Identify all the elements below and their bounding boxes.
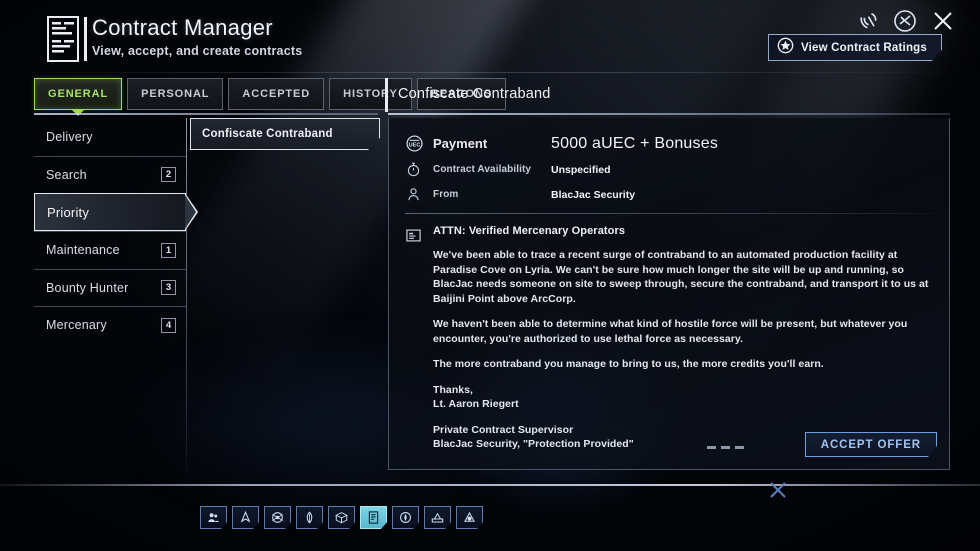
summary-row-contract-availability: Contract Availability Unspecified bbox=[405, 161, 931, 178]
contract-paragraph: We haven't been able to determine what k… bbox=[433, 318, 908, 345]
tab-accepted[interactable]: ACCEPTED bbox=[228, 78, 325, 110]
vitals-icon[interactable] bbox=[392, 506, 419, 529]
summary-label: Contract Availability bbox=[433, 164, 532, 175]
summary-label: Payment bbox=[433, 136, 488, 151]
category-item-priority[interactable]: Priority bbox=[34, 193, 198, 231]
ship-icon[interactable] bbox=[232, 506, 259, 529]
contract-body: ATTN: Verified Mercenary Operators We've… bbox=[433, 225, 931, 452]
signature-line-2: BlacJac Security, "Protection Provided" bbox=[433, 438, 634, 450]
page-title: Contract Manager bbox=[92, 15, 273, 40]
close-icon[interactable] bbox=[930, 8, 956, 34]
contract-document-icon bbox=[40, 12, 94, 66]
lower-divider bbox=[0, 484, 980, 486]
ratings-button-label: View Contract Ratings bbox=[800, 41, 927, 54]
window-header: Contract Manager View, accept, and creat… bbox=[0, 0, 980, 78]
contract-attn-line: ATTN: Verified Mercenary Operators bbox=[433, 225, 626, 237]
inventory-icon[interactable] bbox=[424, 506, 451, 529]
message-document-icon bbox=[405, 225, 433, 452]
summary-value: Unspecified bbox=[551, 163, 611, 176]
category-count-badge: 4 bbox=[161, 317, 176, 333]
category-item-maintenance[interactable]: Maintenance 1 bbox=[34, 231, 186, 269]
category-item-mercenary[interactable]: Mercenary 4 bbox=[34, 306, 186, 344]
contract-detail-panel: UEC Payment 5000 aUEC + Bonuses Contract Av… bbox=[388, 118, 950, 470]
category-item-delivery[interactable]: Delivery bbox=[34, 118, 186, 156]
starmap-icon[interactable] bbox=[264, 506, 291, 529]
tab-general[interactable]: GENERAL bbox=[34, 78, 123, 110]
category-label: Bounty Hunter bbox=[46, 280, 129, 295]
summary-value: 5000 aUEC + Bonuses bbox=[551, 134, 719, 152]
tab-personal[interactable]: PERSONAL bbox=[127, 78, 224, 110]
refinery-drop-icon[interactable] bbox=[456, 506, 483, 529]
signoff-line-2: Lt. Aaron Riegert bbox=[433, 398, 519, 410]
sidebar-divider bbox=[186, 118, 187, 470]
cargo-box-icon[interactable] bbox=[328, 506, 355, 529]
contract-manager-icon[interactable] bbox=[360, 506, 387, 529]
svg-text:UEC: UEC bbox=[409, 142, 421, 148]
commlink-contacts-icon[interactable] bbox=[200, 506, 227, 529]
star-badge-icon bbox=[777, 37, 794, 59]
category-count-badge: 3 bbox=[161, 280, 176, 296]
mobiglas-leaf-icon[interactable] bbox=[296, 506, 323, 529]
contract-signoff: Thanks, Lt. Aaron Riegert bbox=[433, 383, 931, 412]
summary-row-payment: UEC Payment 5000 aUEC + Bonuses bbox=[405, 134, 931, 153]
summary-value: BlacJac Security bbox=[551, 188, 636, 201]
contract-list: Confiscate Contraband bbox=[190, 118, 380, 150]
taskbar: COMMLINK SUIT O2100TANK O2100EVA FUEL100… bbox=[0, 496, 980, 551]
category-label: Search bbox=[46, 167, 87, 182]
contract-list-item[interactable]: Confiscate Contraband bbox=[190, 118, 380, 150]
signoff-line-1: Thanks, bbox=[433, 383, 474, 396]
contract-paragraph: We've been able to trace a recent surge … bbox=[433, 249, 929, 305]
summary-row-from: From BlacJac Security bbox=[405, 186, 931, 203]
category-list: Delivery Search 2 Priority Maintenance 1 Bount… bbox=[34, 118, 198, 344]
detail-panel-title: Confiscate Contraband bbox=[398, 86, 551, 102]
category-label: Mercenary bbox=[46, 318, 107, 333]
signature-line-1: Private Contract Supervisor bbox=[433, 423, 574, 436]
contract-paragraph: The more contraband you manage to bring … bbox=[433, 358, 824, 370]
category-item-search[interactable]: Search 2 bbox=[34, 155, 186, 194]
contract-body-wrap: ATTN: Verified Mercenary Operators We've… bbox=[389, 214, 949, 452]
category-item-bounty-hunter[interactable]: Bounty Hunter 3 bbox=[34, 268, 186, 307]
accept-offer-button[interactable]: ACCEPT OFFER bbox=[805, 432, 937, 457]
stopwatch-icon bbox=[405, 161, 433, 178]
category-label: Delivery bbox=[46, 129, 93, 144]
category-label: Maintenance bbox=[46, 243, 120, 258]
detail-title-underline bbox=[388, 113, 950, 115]
page-subtitle: View, accept, and create contracts bbox=[92, 44, 303, 58]
tabs-underline bbox=[34, 113, 378, 115]
person-icon bbox=[405, 186, 433, 203]
progress-dashes bbox=[707, 446, 744, 449]
view-contract-ratings-button[interactable]: View Contract Ratings bbox=[768, 34, 942, 61]
category-count-badge: 1 bbox=[161, 242, 176, 258]
contract-summary: UEC Payment 5000 aUEC + Bonuses Contract Av… bbox=[389, 118, 949, 203]
uec-currency-icon: UEC bbox=[405, 134, 433, 153]
tab-divider bbox=[385, 78, 388, 112]
category-count-badge: 2 bbox=[161, 167, 176, 183]
taskbar-app-icons bbox=[200, 506, 483, 529]
category-label: Priority bbox=[47, 204, 90, 220]
title-block: Contract Manager View, accept, and creat… bbox=[92, 15, 302, 58]
summary-label: From bbox=[433, 189, 459, 200]
